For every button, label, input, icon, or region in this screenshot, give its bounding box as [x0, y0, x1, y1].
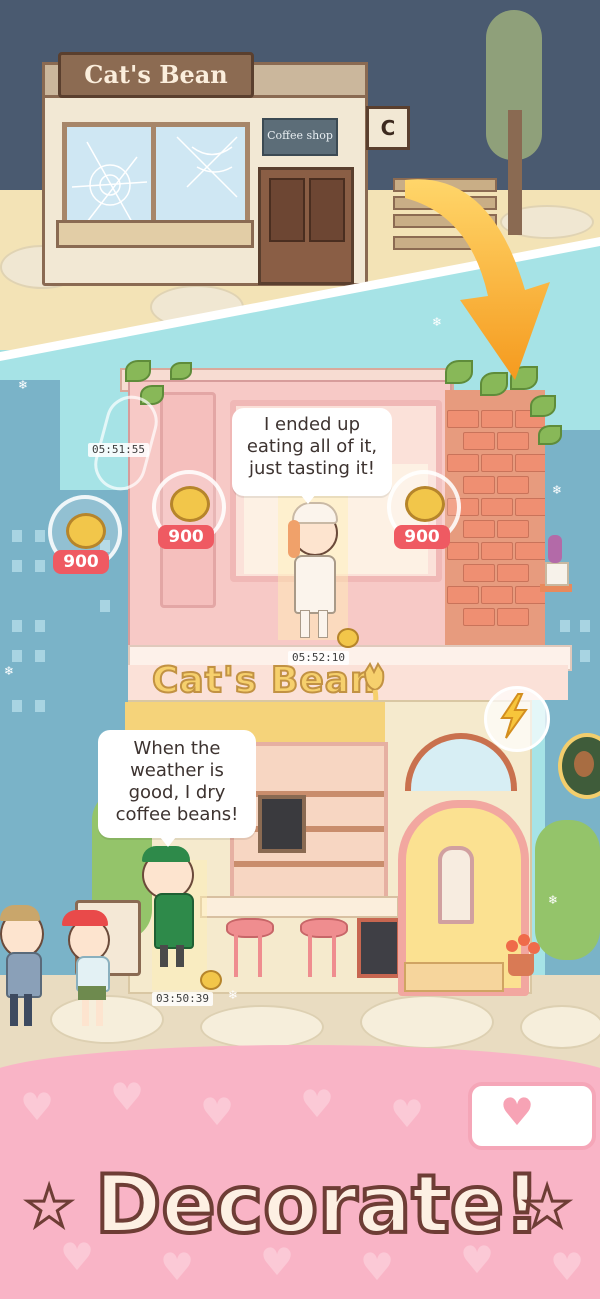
speech-bubble-upper: I ended up eating all of it, just tastin… [232, 408, 392, 496]
snowflake-icon: ❄ [228, 988, 239, 1002]
bubble-line: eating all of it, [246, 436, 378, 457]
snowflake-icon: ❄ [552, 483, 563, 497]
bubble-line: coffee beans! [115, 804, 239, 825]
heart-icon: ♥ [390, 1092, 425, 1136]
door-window [438, 846, 474, 924]
counter [200, 896, 399, 918]
lightning-icon [500, 693, 528, 739]
heart-icon: ♥ [300, 1082, 335, 1126]
customer-man-body[interactable] [6, 952, 42, 998]
chef-girl-body[interactable] [294, 555, 336, 614]
lightning-button[interactable] [484, 686, 550, 752]
coin-icon[interactable] [200, 970, 222, 990]
decorate-title: Decorate! [93, 1156, 542, 1253]
brick-wall [445, 390, 545, 650]
coin-price: 900 [158, 525, 214, 549]
barista-body[interactable] [154, 893, 194, 949]
heart-icon: ♥ [500, 1090, 535, 1134]
game-scene: Cat's Bean Coffee shop C Cat's Bean I en… [0, 0, 600, 1299]
coin-price: 900 [394, 525, 450, 549]
heart-icon: ♥ [200, 1090, 235, 1134]
timer-left: 05:51:55 [88, 443, 149, 457]
cafe-sign: Cat's Bean [151, 659, 377, 702]
hyacinth-pot[interactable] [545, 562, 569, 586]
door-mat [404, 962, 504, 992]
coin-icon [66, 513, 106, 549]
heart-icon: ♥ [550, 1245, 585, 1289]
speech-bubble-lower: When the weather is good, I dry coffee b… [98, 730, 256, 838]
coin-icon[interactable] [337, 628, 359, 648]
heart-icon: ♥ [160, 1245, 195, 1289]
heart-icon: ♥ [110, 1075, 145, 1119]
timer-barista: 03:50:39 [152, 992, 213, 1006]
arrow-down-icon [405, 179, 550, 380]
flower-pot[interactable] [508, 954, 534, 976]
bubble-line: just tasting it! [249, 458, 375, 479]
snowflake-icon: ❄ [18, 378, 29, 392]
bush-right [535, 820, 600, 960]
star-icon: ★ [22, 1174, 75, 1242]
menu-board[interactable] [258, 795, 306, 853]
bubble-line: When the [133, 738, 221, 759]
coin-icon [405, 486, 445, 522]
star-icon: ★ [520, 1174, 573, 1242]
bubble-line: I ended up [264, 414, 360, 435]
snowflake-icon: ❄ [4, 664, 15, 678]
timer-upper: 05:52:10 [288, 651, 349, 665]
snowflake-icon: ❄ [548, 893, 559, 907]
coin-icon [170, 486, 210, 522]
heart-decor-button[interactable]: ♥ [468, 1082, 596, 1150]
heart-icon: ♥ [360, 1245, 395, 1289]
heart-icon: ♥ [60, 1235, 95, 1279]
bubble-line: good, I dry [128, 782, 226, 803]
heart-icon: ♥ [20, 1085, 55, 1129]
coin-price: 900 [53, 550, 109, 574]
chalkboard-stand[interactable] [357, 918, 401, 978]
bubble-line: weather is [130, 760, 224, 781]
